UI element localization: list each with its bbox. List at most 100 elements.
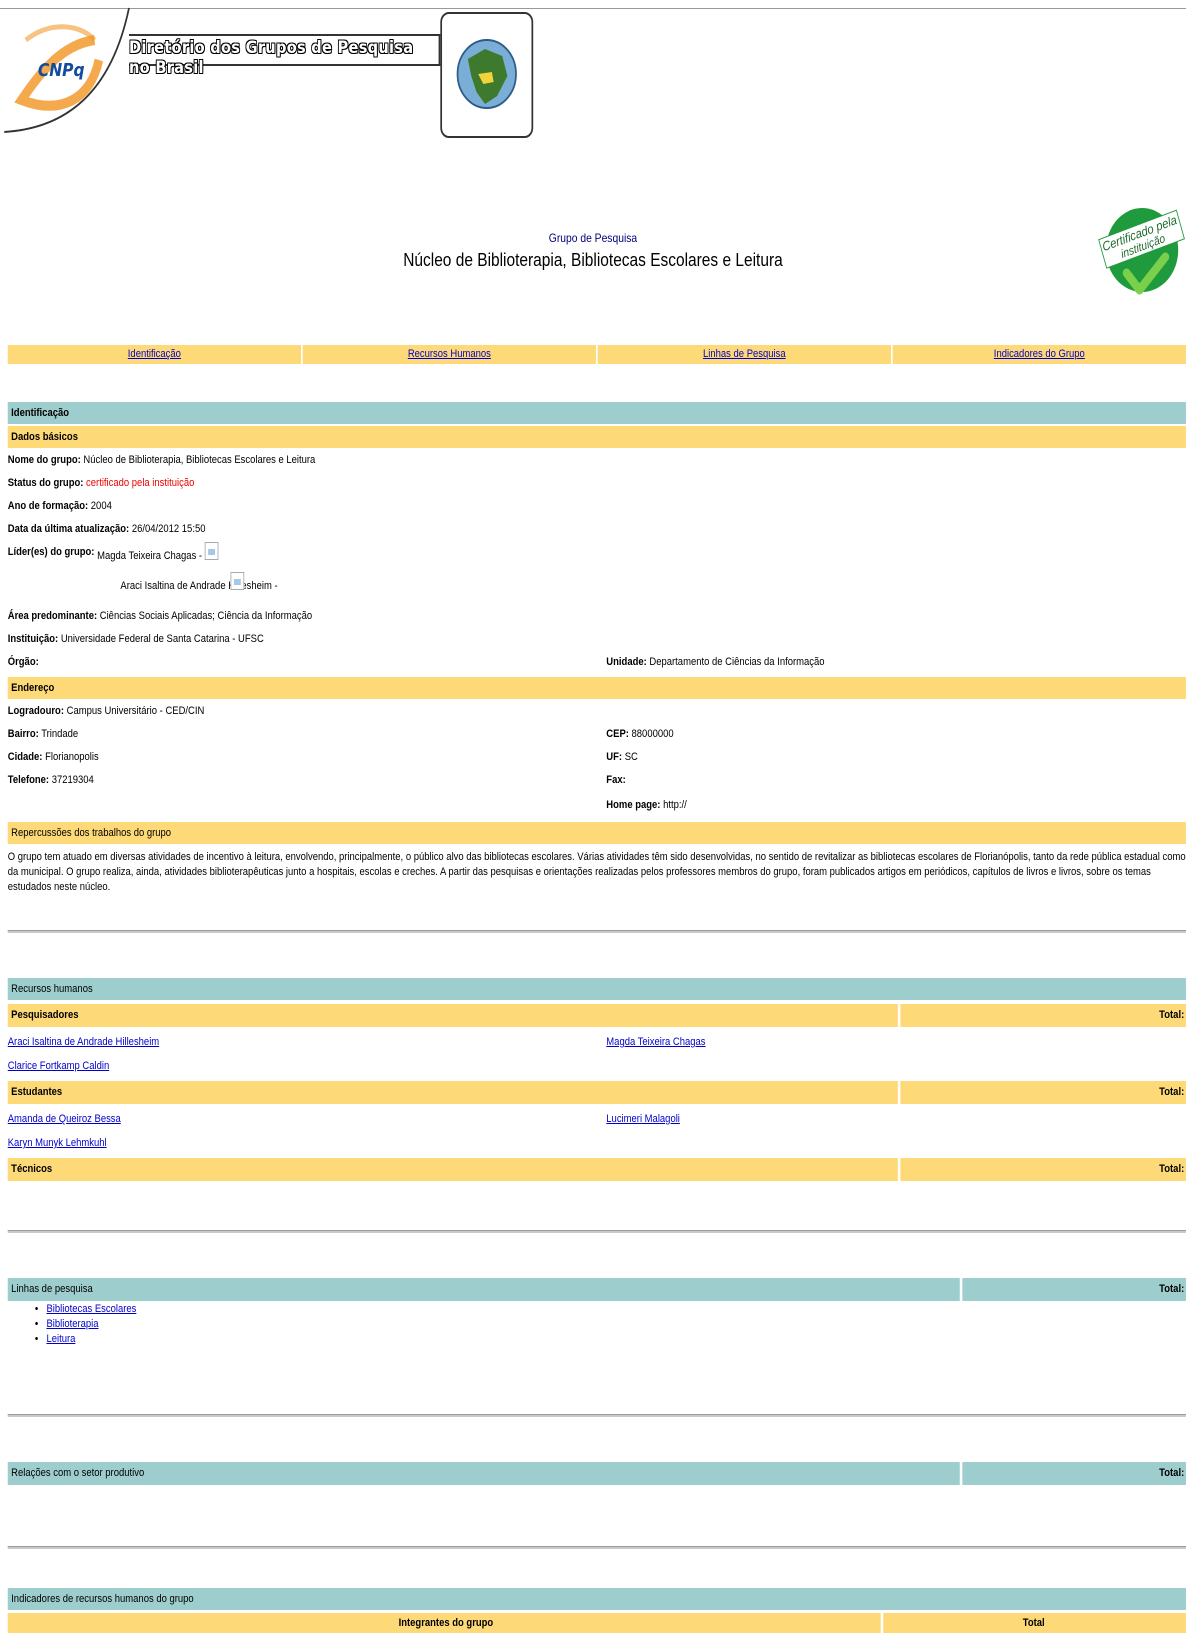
row-bairro: Bairro: Trindade [8,726,78,742]
linha-link[interactable]: Leitura [46,1333,75,1345]
row-homepage: Home page: http:// [606,797,686,813]
row-area: Área predominante: Ciências Sociais Apli… [8,608,312,624]
bairro-label: Bairro: [7,728,39,740]
unidade-value: Departamento de Ciências da Informação [649,656,825,668]
nav-link-identificacao[interactable]: Identificação [128,348,181,360]
tecnicos-total-label: Total: [900,1158,1186,1181]
section-nav: Identificação Recursos Humanos Linhas de… [7,345,1186,364]
ano-value: 2004 [90,500,112,512]
nav-indicadores: Indicadores do Grupo [892,345,1186,364]
pesquisador-link[interactable]: Magda Teixeira Chagas [606,1034,705,1050]
row-ano: Ano de formação: 2004 [8,498,112,514]
nav-link-indicadores[interactable]: Indicadores do Grupo [994,348,1085,360]
pesquisadores-label: Pesquisadores [7,1004,898,1027]
status-label: Status do grupo: [7,477,84,489]
row-nome: Nome do grupo: Núcleo de Biblioterapia, … [8,452,316,468]
estudantes-total-label: Total: [900,1081,1186,1104]
col-total: Total [883,1613,1186,1633]
subsection-dados-basicos: Dados básicos [7,426,1186,448]
section-indicadores: Indicadores de recursos humanos do grupo [7,1588,1186,1610]
nav-recursos: Recursos Humanos [302,345,596,364]
relacoes-total-label: Total: [962,1462,1186,1485]
row-unidade: Unidade: Departamento de Ciências da Inf… [606,654,824,670]
divider [7,930,1186,933]
broken-image-icon[interactable] [230,572,245,590]
subsection-pesquisadores: Pesquisadores Total: [7,1004,1186,1027]
unidade-label: Unidade: [606,656,647,668]
list-item: Leitura [46,1332,136,1347]
status-value: certificado pela instituição [86,477,195,489]
subsection-estudantes: Estudantes Total: [7,1081,1186,1104]
estudante-link[interactable]: Lucimeri Malagoli [606,1111,680,1127]
row-orgao: Órgão: [8,654,39,670]
nav-identificacao: Identificação [7,345,302,364]
linhas-title: Linhas de pesquisa [7,1278,960,1301]
row-uf: UF: SC [606,749,638,765]
row-telefone: Telefone: 37219304 [8,772,94,788]
estudante-link[interactable]: Karyn Munyk Lehmkuhl [8,1135,107,1151]
section-linhas: Linhas de pesquisa Total: [7,1278,1186,1301]
banner-title[interactable]: Diretório dos Grupos de Pesquisa no Bras… [129,34,441,78]
col-integrantes: Integrantes do grupo [7,1613,881,1633]
row-fax: Fax: [606,772,625,788]
linhas-list: Bibliotecas Escolares Biblioterapia Leit… [10,1302,136,1347]
section-recursos-humanos: Recursos humanos [7,978,1186,1000]
lider-label: Líder(es) do grupo: [7,546,95,558]
logradouro-label: Logradouro: [7,705,64,717]
nav-link-recursos[interactable]: Recursos Humanos [408,348,491,360]
certified-badge-icon: Certificado pela instituição [1098,208,1185,295]
section-identificacao: Identificação [7,402,1186,424]
cidade-label: Cidade: [7,751,43,763]
repercussoes-text: O grupo tem atuado em diversas atividade… [7,851,1186,893]
relacoes-title: Relações com o setor produtivo [7,1462,960,1485]
row-data: Data da última atualização: 26/04/2012 1… [8,521,206,537]
estudante-link[interactable]: Amanda de Queiroz Bessa [8,1111,121,1127]
indicadores-header: Integrantes do grupo Total [7,1613,1186,1633]
row-cidade: Cidade: Florianopolis [8,749,99,765]
row-status: Status do grupo: certificado pela instit… [8,475,195,491]
ano-label: Ano de formação: [7,500,89,512]
row-cep: CEP: 88000000 [606,726,673,742]
homepage-label: Home page: [606,799,661,811]
subsection-tecnicos: Técnicos Total: [7,1158,1186,1181]
orgao-label: Órgão: [7,656,39,668]
telefone-value: 37219304 [51,774,94,786]
globe-box [440,12,534,138]
subsection-endereco: Endereço [7,677,1186,699]
area-label: Área predominante: [7,610,98,622]
logradouro-value: Campus Universitário - CED/CIN [66,705,205,717]
section-relacoes: Relações com o setor produtivo Total: [7,1462,1186,1485]
divider [7,1546,1186,1549]
subsection-repercussoes: Repercussões dos trabalhos do grupo [7,822,1186,844]
banner-title-text: Diretório dos Grupos de Pesquisa no Bras… [129,38,414,78]
nav-link-linhas[interactable]: Linhas de Pesquisa [703,348,786,360]
inst-label: Instituição: [7,633,59,645]
pesquisador-link[interactable]: Araci Isaltina de Andrade Hillesheim [8,1034,159,1050]
lider-2: Araci Isaltina de Andrade Hillesheim - [120,580,278,592]
logo-text: CNPq [37,60,85,81]
list-item: Bibliotecas Escolares [46,1302,136,1317]
nav-linhas: Linhas de Pesquisa [597,345,891,364]
bairro-value: Trindade [41,728,79,740]
data-label: Data da última atualização: [7,523,130,535]
row-instituicao: Instituição: Universidade Federal de San… [8,631,264,647]
lider-1: Magda Teixeira Chagas - [97,550,203,562]
nome-label: Nome do grupo: [7,454,81,466]
divider [7,1230,1186,1233]
homepage-value: http:// [663,799,687,811]
inst-value: Universidade Federal de Santa Catarina -… [60,633,264,645]
row-logradouro: Logradouro: Campus Universitário - CED/C… [8,703,205,719]
estudantes-label: Estudantes [7,1081,898,1104]
broken-image-icon[interactable] [204,542,219,560]
linha-link[interactable]: Bibliotecas Escolares [46,1303,136,1315]
linha-link[interactable]: Biblioterapia [46,1318,98,1330]
cep-value: 88000000 [631,728,674,740]
globe-icon [456,39,517,109]
cidade-value: Florianopolis [45,751,99,763]
row-lider: Líder(es) do grupo: Magda Teixeira Chaga… [7,544,203,562]
pesquisador-link[interactable]: Clarice Fortkamp Caldin [8,1058,109,1074]
area-value: Ciências Sociais Aplicadas; Ciência da I… [99,610,313,622]
data-value: 26/04/2012 15:50 [131,523,206,535]
tecnicos-label: Técnicos [7,1158,898,1181]
uf-label: UF: [606,751,623,763]
